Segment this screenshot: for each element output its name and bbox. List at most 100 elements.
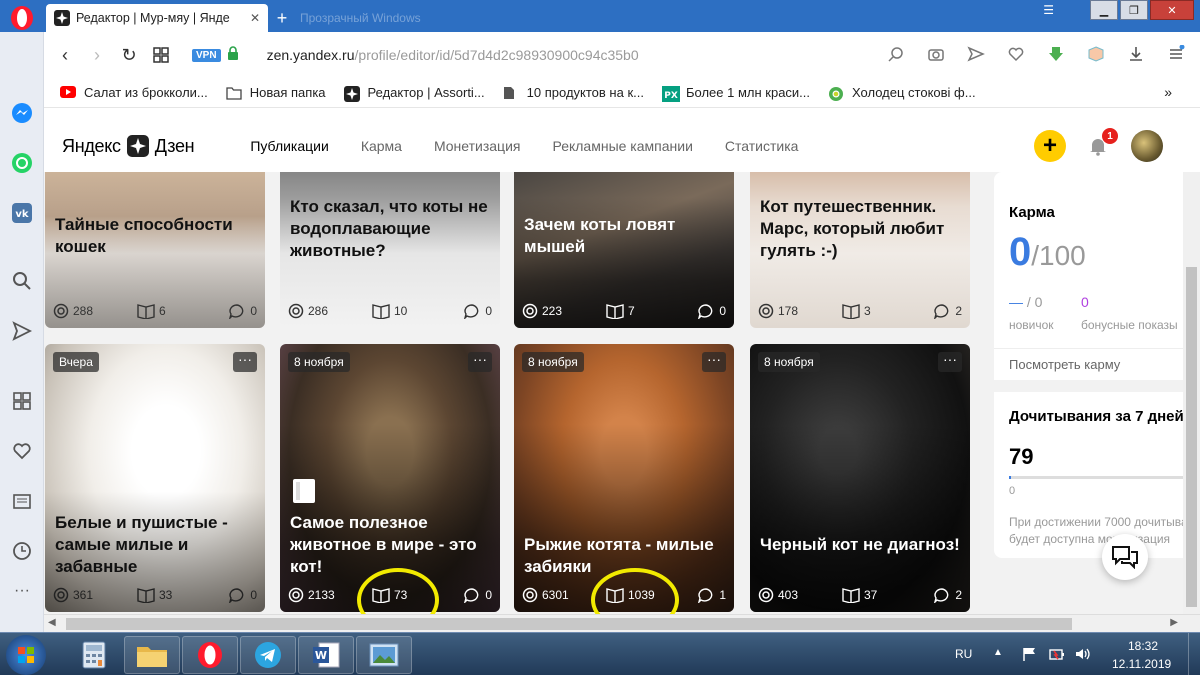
opera-app-icon[interactable] [182, 636, 238, 674]
views-icon [53, 587, 69, 603]
create-button[interactable]: + [1034, 130, 1066, 162]
calculator-app-icon[interactable] [66, 636, 122, 674]
downloads-icon[interactable] [1126, 44, 1146, 64]
comment-icon [934, 304, 949, 319]
reads-stat: 3 [842, 303, 924, 319]
camera-icon[interactable] [926, 44, 946, 64]
nav-publications[interactable]: Публикации [250, 138, 328, 154]
new-tab-button[interactable]: + [272, 4, 292, 32]
publication-card[interactable]: 8 ноября ··· Черный кот не диагноз! 403 … [750, 344, 970, 612]
tabs-grid-icon[interactable] [150, 44, 172, 66]
views-stat: 403 [758, 587, 842, 603]
history-icon[interactable] [11, 540, 33, 562]
search-icon[interactable] [11, 270, 33, 292]
easy-setup-settings-icon[interactable] [1166, 44, 1186, 64]
nav-statistics[interactable]: Статистика [725, 138, 799, 154]
speed-dial-icon[interactable] [11, 390, 33, 412]
scroll-right-icon[interactable]: ▶ [1170, 617, 1178, 628]
start-button[interactable] [6, 635, 46, 675]
publication-card[interactable]: Вчера ··· Белые и пушистые - самые милые… [45, 344, 265, 612]
news-icon[interactable] [11, 490, 33, 512]
volume-icon[interactable] [1074, 647, 1090, 661]
horizontal-scrollbar[interactable]: ◀ ▶ [44, 614, 1200, 632]
bookmarks-more-icon[interactable]: » [1164, 84, 1172, 100]
views-count: 286 [308, 304, 329, 318]
forward-icon[interactable]: › [86, 44, 108, 66]
opera-logo-icon[interactable] [8, 4, 36, 32]
bookmark-4[interactable]: PX Более 1 млн краси... [661, 85, 810, 102]
easy-setup-icon[interactable]: ☰ [1043, 3, 1054, 17]
minimize-button[interactable]: ▁ [1090, 0, 1118, 20]
zen-logo[interactable]: Яндекс Дзен [62, 135, 195, 157]
word-app-icon[interactable]: W [298, 636, 354, 674]
reads-stat: 33 [137, 587, 219, 603]
power-icon[interactable] [1048, 647, 1064, 661]
nav-monetization[interactable]: Монетизация [434, 138, 521, 154]
bookmark-5[interactable]: Холодец стокові ф... [828, 85, 976, 101]
tab-active[interactable]: Редактор | Мур-мяу | Янде ✕ [46, 4, 268, 32]
card-menu-button[interactable]: ··· [938, 352, 962, 372]
cube-extension-icon[interactable] [1086, 44, 1106, 64]
card-stats: 178 3 2 [758, 302, 962, 320]
show-desktop-button[interactable] [1188, 633, 1200, 675]
vpn-badge[interactable]: VPN [192, 48, 221, 62]
views-count: 288 [73, 304, 94, 318]
publication-card[interactable]: Тайные способности кошек 288 6 0 [45, 172, 265, 328]
flag-icon[interactable] [1022, 647, 1038, 661]
views-icon [522, 587, 538, 603]
tray-expand-icon[interactable]: ▲ [993, 647, 1003, 658]
vertical-scrollbar[interactable] [1183, 172, 1200, 614]
card-menu-button[interactable]: ··· [468, 352, 492, 372]
card-menu-button[interactable]: ··· [233, 352, 257, 372]
vk-icon[interactable]: vk [11, 202, 33, 224]
bookmark-1[interactable]: Новая папка [226, 85, 326, 100]
bookmark-3[interactable]: 10 продуктов на к... [503, 85, 644, 100]
back-icon[interactable]: ‹ [54, 44, 76, 66]
photo-viewer-app-icon[interactable] [356, 636, 412, 674]
publication-card[interactable]: Кот путешественник. Марс, который любит … [750, 172, 970, 328]
date-badge: Вчера [53, 352, 99, 372]
close-icon[interactable]: ✕ [250, 11, 260, 25]
chat-button[interactable] [1102, 534, 1148, 580]
window-close-button[interactable]: ✕ [1150, 0, 1194, 20]
card-menu-button[interactable]: ··· [702, 352, 726, 372]
vertical-scroll-thumb[interactable] [1186, 267, 1197, 607]
view-karma-link[interactable]: Посмотреть карму [1009, 357, 1120, 372]
views-count: 6301 [542, 588, 569, 602]
maximize-button[interactable]: ❐ [1120, 0, 1148, 20]
bookmark-0[interactable]: Салат из брокколи... [60, 85, 208, 100]
whatsapp-icon[interactable] [11, 152, 33, 174]
clock-date[interactable]: 12.11.2019 [1112, 657, 1171, 671]
heart-icon[interactable] [11, 440, 33, 462]
page-icon [503, 86, 519, 100]
views-count: 178 [778, 304, 799, 318]
url-field[interactable]: zen.yandex.ru/profile/editor/id/5d7d4d2c… [267, 47, 639, 63]
more-icon[interactable]: ··· [11, 580, 33, 602]
comments-stat: 0 [697, 303, 726, 319]
lock-icon[interactable] [227, 45, 239, 65]
clock-time[interactable]: 18:32 [1128, 639, 1158, 653]
screen: Редактор | Мур-мяу | Янде ✕ + Прозрачный… [0, 0, 1200, 675]
publication-card[interactable]: Кто сказал, что коты не водоплавающие жи… [280, 172, 500, 328]
scroll-left-icon[interactable]: ◀ [48, 617, 56, 628]
views-stat: 286 [288, 303, 372, 319]
nav-ad-campaigns[interactable]: Рекламные кампании [552, 138, 692, 154]
reads-stat: 37 [842, 587, 924, 603]
chat-icon [1112, 546, 1138, 569]
telegram-app-icon[interactable] [240, 636, 296, 674]
publication-card[interactable]: Зачем коты ловят мышей 223 7 0 [514, 172, 734, 328]
zoom-search-icon[interactable] [886, 44, 906, 64]
share-send-icon[interactable] [966, 44, 986, 64]
horizontal-scroll-thumb[interactable] [66, 618, 1072, 630]
download-extension-icon[interactable] [1046, 44, 1066, 64]
bookmark-2[interactable]: Редактор | Assorti... [343, 85, 485, 102]
messenger-icon[interactable] [11, 102, 33, 124]
avatar[interactable] [1131, 130, 1163, 162]
explorer-app-icon[interactable] [124, 636, 180, 674]
karma-max: /100 [1031, 240, 1086, 271]
nav-karma[interactable]: Карма [361, 138, 402, 154]
bookmark-heart-icon[interactable] [1006, 44, 1026, 64]
reload-icon[interactable]: ↻ [118, 44, 140, 66]
language-indicator[interactable]: RU [955, 647, 972, 661]
send-icon[interactable] [11, 320, 33, 342]
